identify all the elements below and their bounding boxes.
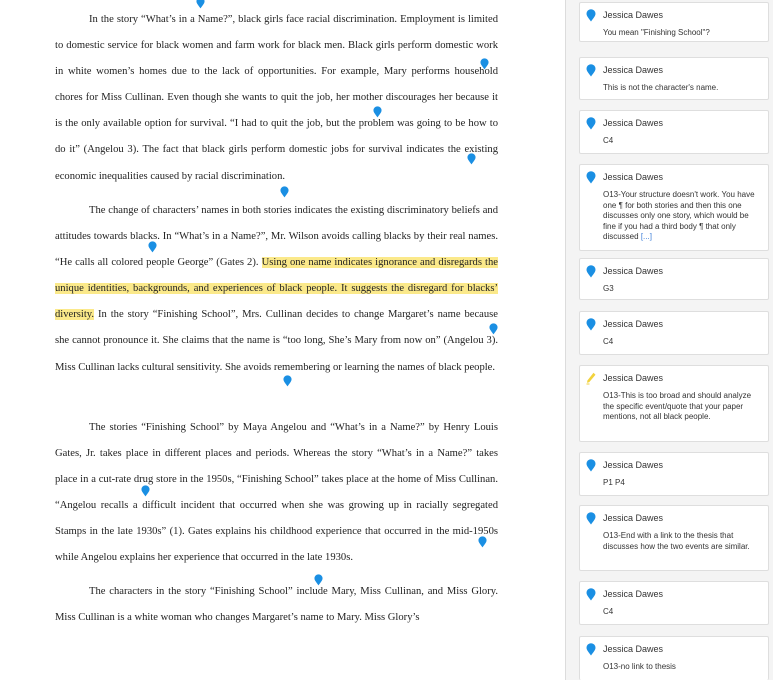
comment-text: O13-This is too broad and should analyze…	[603, 391, 752, 421]
comment-pin-icon[interactable]	[489, 323, 498, 335]
comment-author: Jessica Dawes	[603, 266, 664, 276]
comment-text: G3	[603, 284, 614, 293]
comment-text: O13-End with a link to the thesis that d…	[603, 531, 750, 551]
comment-pin-icon[interactable]	[280, 186, 289, 198]
comment-pin-icon[interactable]	[467, 153, 476, 165]
paragraph-1: In the story “What’s in a Name?”, black …	[55, 14, 498, 182]
comment-pin-icon[interactable]	[480, 58, 489, 70]
comment-text: You mean "Finishing School"?	[603, 28, 710, 37]
comment-pin-icon[interactable]	[373, 106, 382, 118]
comment-author: Jessica Dawes	[603, 460, 664, 470]
comment-card[interactable]: Jessica Dawes G3	[579, 258, 769, 300]
comment-author: Jessica Dawes	[603, 10, 664, 20]
comment-pin-icon	[586, 459, 596, 472]
comment-text: C4	[603, 337, 614, 346]
comment-pin-icon	[586, 512, 596, 525]
comment-card[interactable]: Jessica Dawes O13-This is too broad and …	[579, 365, 769, 442]
comment-author: Jessica Dawes	[603, 319, 664, 329]
highlighter-icon	[586, 372, 596, 385]
comments-panel: Jessica Dawes You mean "Finishing School…	[565, 0, 773, 680]
comment-pin-icon	[586, 171, 596, 184]
comment-card[interactable]: Jessica Dawes O13-Your structure doesn't…	[579, 164, 769, 251]
expand-comment-link[interactable]: [...]	[641, 232, 652, 241]
comment-pin-icon	[586, 265, 596, 278]
comment-card[interactable]: Jessica Dawes O13-no link to thesis	[579, 636, 769, 680]
comment-card[interactable]: Jessica Dawes You mean "Finishing School…	[579, 2, 769, 42]
comment-text: O13-no link to thesis	[603, 662, 676, 671]
comment-pin-icon	[586, 643, 596, 656]
comment-text: O13-Your structure doesn't work. You hav…	[603, 190, 755, 241]
comment-pin-icon	[586, 64, 596, 77]
comment-card[interactable]: Jessica Dawes This is not the character'…	[579, 57, 769, 100]
paragraph-4: The characters in the story “Finishing S…	[55, 586, 498, 624]
comment-card[interactable]: Jessica Dawes P1 P4	[579, 452, 769, 496]
comment-card[interactable]: Jessica Dawes C4	[579, 581, 769, 625]
comment-pin-icon[interactable]	[196, 0, 205, 9]
comment-pin-icon[interactable]	[283, 375, 292, 387]
paragraph-2: The change of characters’ names in both …	[55, 205, 498, 373]
comment-author: Jessica Dawes	[603, 373, 664, 383]
comment-author: Jessica Dawes	[603, 118, 664, 128]
comment-author: Jessica Dawes	[603, 589, 664, 599]
comment-text: C4	[603, 607, 614, 616]
comment-pin-icon[interactable]	[478, 536, 487, 548]
comment-pin-icon[interactable]	[148, 241, 157, 253]
comment-pin-icon[interactable]	[314, 574, 323, 586]
paragraph-3: The stories “Finishing School” by Maya A…	[55, 422, 498, 564]
comment-pin-icon[interactable]	[141, 485, 150, 497]
comment-author: Jessica Dawes	[603, 644, 664, 654]
comment-text: C4	[603, 136, 614, 145]
document-page: In the story “What’s in a Name?”, black …	[0, 0, 565, 680]
comment-author: Jessica Dawes	[603, 172, 664, 182]
comment-author: Jessica Dawes	[603, 65, 664, 75]
comment-pin-icon	[586, 117, 596, 130]
comment-pin-icon	[586, 588, 596, 601]
comment-card[interactable]: Jessica Dawes C4	[579, 311, 769, 355]
comment-text: This is not the character's name.	[603, 83, 719, 92]
comment-card[interactable]: Jessica Dawes C4	[579, 110, 769, 154]
comment-pin-icon	[586, 318, 596, 331]
comment-text: P1 P4	[603, 478, 625, 487]
comment-pin-icon	[586, 9, 596, 22]
comment-card[interactable]: Jessica Dawes O13-End with a link to the…	[579, 505, 769, 571]
comment-author: Jessica Dawes	[603, 513, 664, 523]
